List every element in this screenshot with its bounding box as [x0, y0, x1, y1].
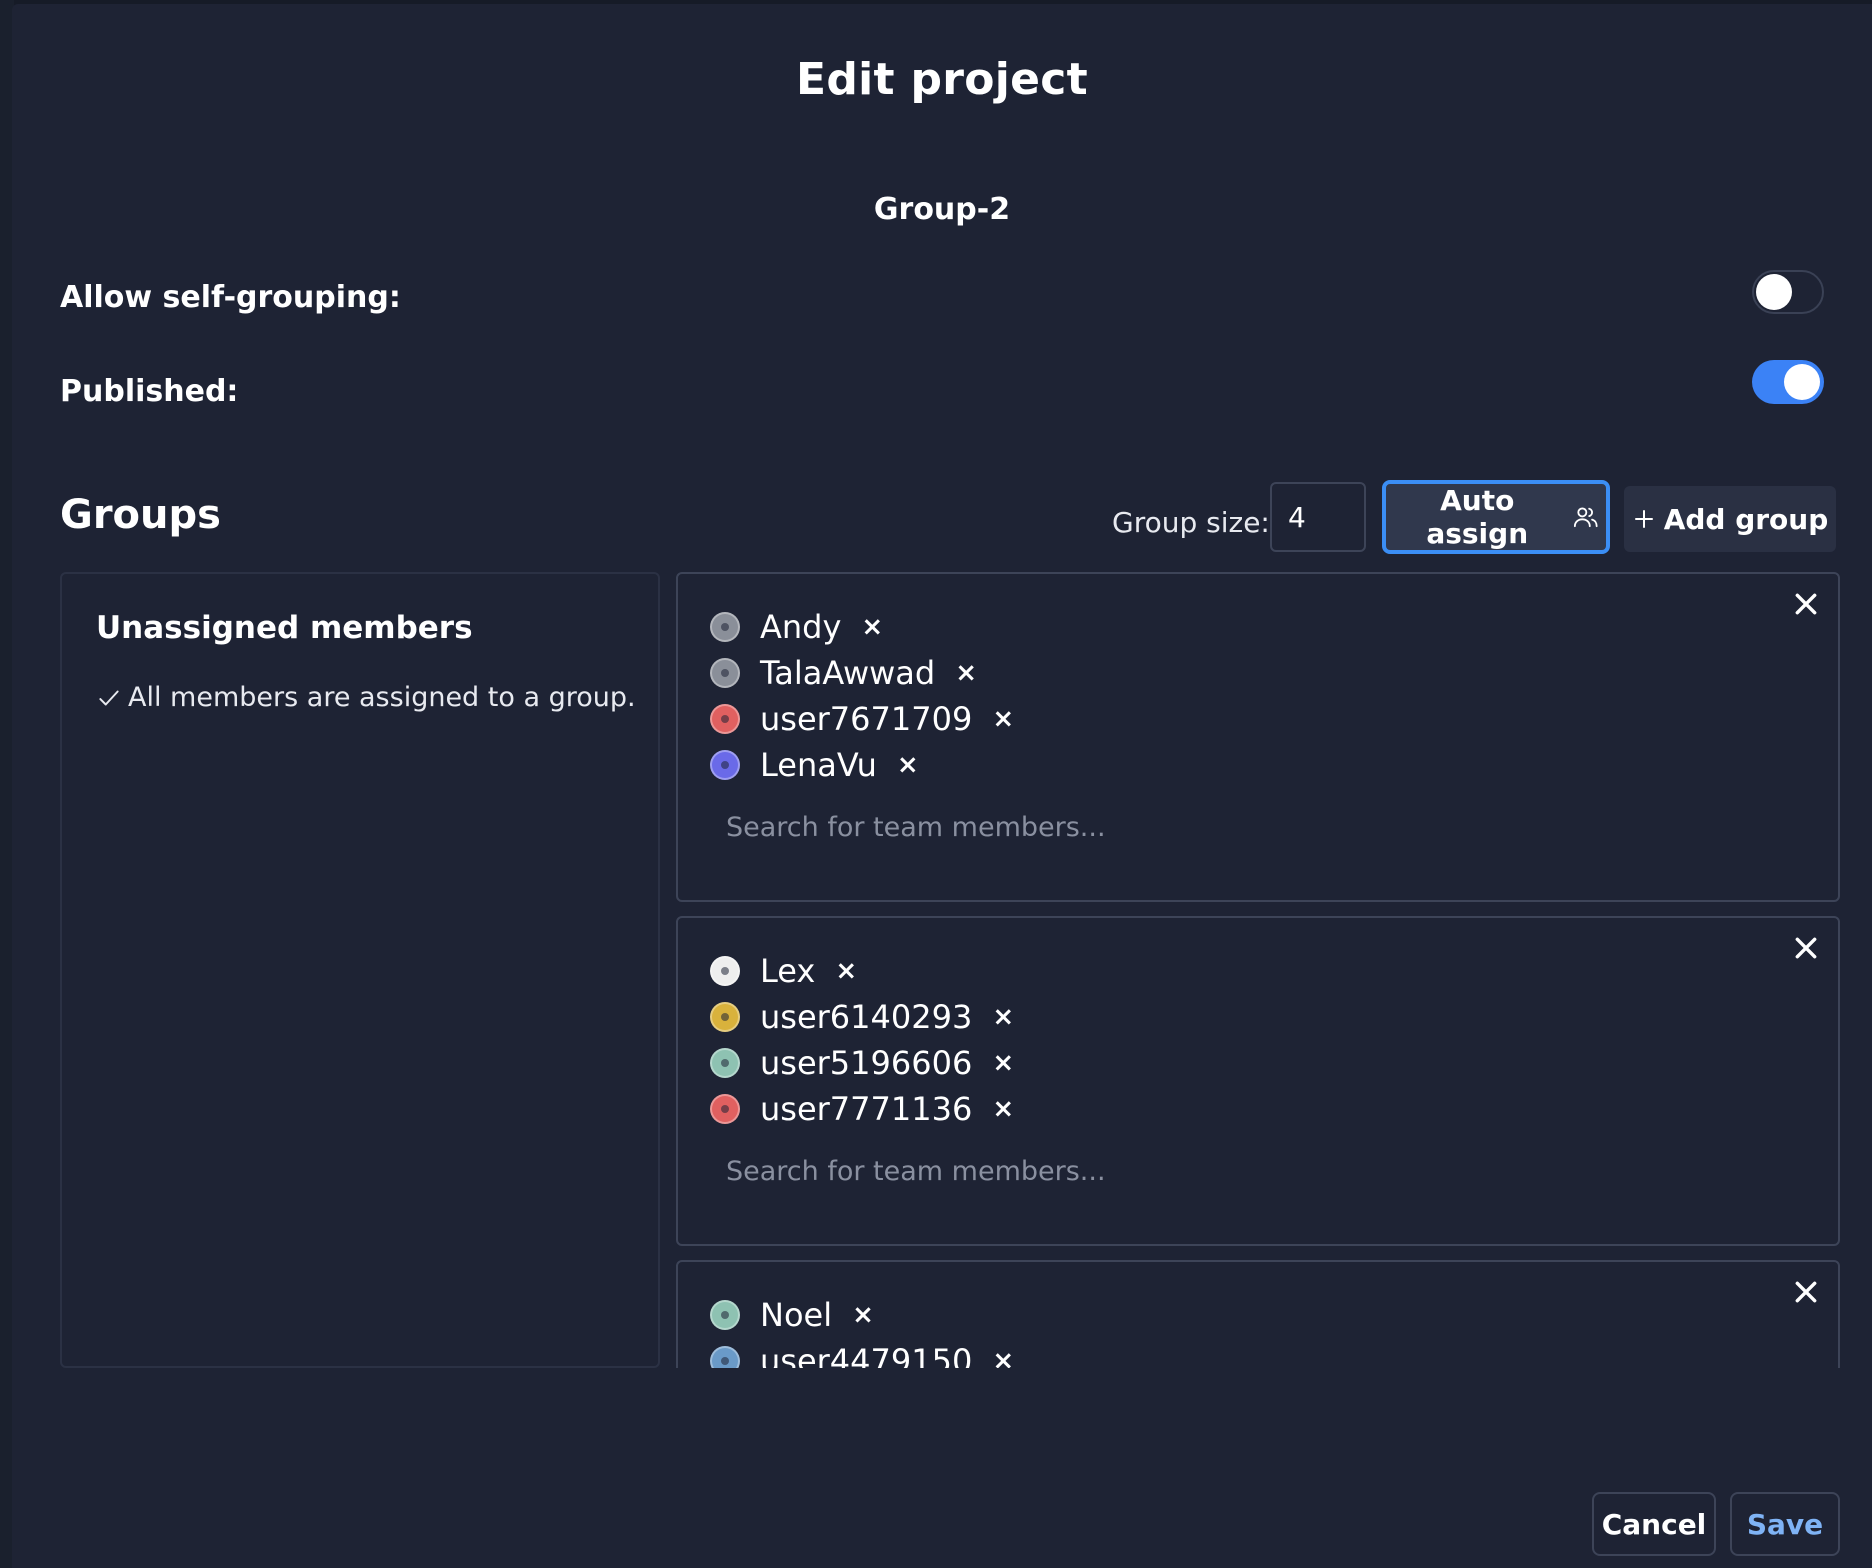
member-name: user7671709	[760, 700, 973, 738]
published-label: Published:	[60, 374, 239, 409]
published-toggle[interactable]	[1752, 360, 1824, 404]
remove-member-button[interactable]: ×	[897, 750, 919, 780]
member-chip: Andy ×	[710, 604, 1014, 650]
group-member-list: Lex × user6140293 × user5196606 × user77…	[710, 948, 1014, 1132]
member-chip: user4479150 ×	[710, 1338, 1014, 1368]
group-size-input[interactable]	[1270, 482, 1366, 552]
remove-group-button[interactable]	[1786, 584, 1826, 624]
group-card: Noel × user4479150 ×	[676, 1260, 1840, 1368]
remove-group-button[interactable]	[1786, 928, 1826, 968]
self-grouping-label: Allow self-grouping:	[60, 280, 401, 315]
member-name: Noel	[760, 1296, 833, 1334]
edit-project-modal: Edit project Group-2 Allow self-grouping…	[12, 4, 1872, 1568]
auto-assign-button[interactable]: Auto assign	[1382, 480, 1610, 554]
auto-assign-label: Auto assign	[1426, 484, 1529, 550]
member-name: user4479150	[760, 1342, 973, 1368]
modal-title: Edit project	[795, 54, 1089, 105]
add-group-button[interactable]: Add group	[1624, 486, 1836, 552]
member-chip: user6140293 ×	[710, 994, 1014, 1040]
remove-group-button[interactable]	[1786, 1272, 1826, 1312]
avatar	[710, 704, 740, 734]
remove-member-button[interactable]: ×	[992, 1346, 1014, 1368]
save-button[interactable]: Save	[1730, 1492, 1840, 1556]
member-name: user5196606	[760, 1044, 973, 1082]
groups-list[interactable]: Andy × TalaAwwad × user7671709 × LenaVu …	[676, 572, 1840, 1368]
group-member-list: Andy × TalaAwwad × user7671709 × LenaVu …	[710, 604, 1014, 788]
check-icon	[99, 690, 119, 705]
remove-member-button[interactable]: ×	[835, 956, 857, 986]
close-icon	[1795, 593, 1817, 615]
member-chip: Noel ×	[710, 1292, 1014, 1338]
group-size-label: Group size:	[1112, 506, 1270, 539]
project-name: Group-2	[873, 192, 1011, 227]
group-card: Lex × user6140293 × user5196606 × user77…	[676, 916, 1840, 1246]
member-chip: user7771136 ×	[710, 1086, 1014, 1132]
avatar	[710, 1346, 740, 1368]
avatar	[710, 1094, 740, 1124]
member-search-input[interactable]	[708, 1146, 1344, 1196]
member-name: TalaAwwad	[760, 654, 936, 692]
group-card: Andy × TalaAwwad × user7671709 × LenaVu …	[676, 572, 1840, 902]
member-name: LenaVu	[760, 746, 877, 784]
remove-member-button[interactable]: ×	[992, 704, 1014, 734]
remove-member-button[interactable]: ×	[861, 612, 883, 642]
avatar	[710, 612, 740, 642]
member-name: Andy	[760, 608, 842, 646]
users-icon	[1574, 507, 1599, 528]
member-name: user7771136	[760, 1090, 973, 1128]
member-name: user6140293	[760, 998, 973, 1036]
member-chip: TalaAwwad ×	[710, 650, 1014, 696]
toggle-knob	[1756, 274, 1792, 310]
groups-heading: Groups	[60, 492, 221, 538]
unassigned-status: All members are assigned to a group.	[96, 682, 636, 713]
unassigned-members-panel: Unassigned members All members are assig…	[60, 572, 660, 1368]
avatar	[710, 1002, 740, 1032]
self-grouping-toggle[interactable]	[1752, 270, 1824, 314]
remove-member-button[interactable]: ×	[992, 1094, 1014, 1124]
member-name: Lex	[760, 952, 816, 990]
toggle-knob	[1784, 364, 1820, 400]
close-icon	[1795, 937, 1817, 959]
member-chip: LenaVu ×	[710, 742, 1014, 788]
member-chip: Lex ×	[710, 948, 1014, 994]
remove-member-button[interactable]: ×	[852, 1300, 874, 1330]
avatar	[710, 956, 740, 986]
avatar	[710, 1300, 740, 1330]
avatar	[710, 750, 740, 780]
avatar	[710, 658, 740, 688]
member-chip: user5196606 ×	[710, 1040, 1014, 1086]
unassigned-status-text: All members are assigned to a group.	[128, 682, 636, 713]
group-member-list: Noel × user4479150 ×	[710, 1292, 1014, 1368]
remove-member-button[interactable]: ×	[955, 658, 977, 688]
unassigned-members-title: Unassigned members	[96, 610, 473, 646]
member-chip: user7671709 ×	[710, 696, 1014, 742]
remove-member-button[interactable]: ×	[992, 1048, 1014, 1078]
cancel-button[interactable]: Cancel	[1592, 1492, 1716, 1556]
plus-icon	[1634, 510, 1653, 528]
avatar	[710, 1048, 740, 1078]
close-icon	[1795, 1281, 1817, 1303]
add-group-label: Add group	[1663, 502, 1829, 536]
member-search-input[interactable]	[708, 802, 1344, 852]
remove-member-button[interactable]: ×	[992, 1002, 1014, 1032]
